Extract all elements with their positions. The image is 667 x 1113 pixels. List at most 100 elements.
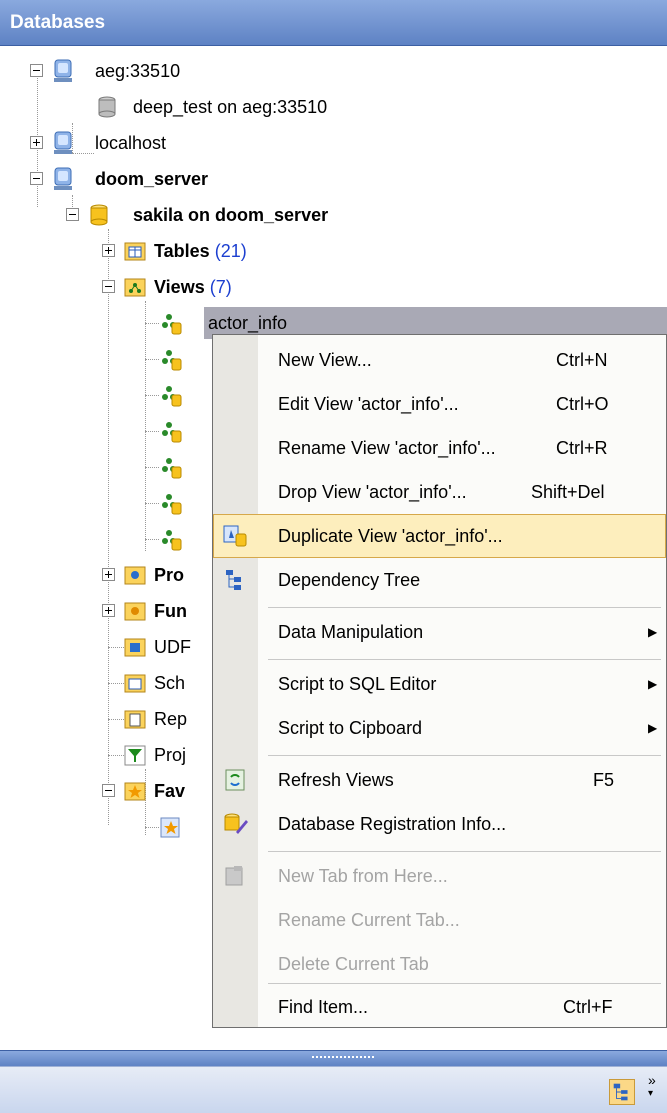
- view-icon: [162, 350, 182, 371]
- tree-node-view[interactable]: [0, 377, 210, 413]
- expand-icon[interactable]: [102, 568, 115, 581]
- menu-item-new-view[interactable]: New View... Ctrl+N: [213, 338, 666, 382]
- menu-item-label: Data Manipulation: [278, 622, 424, 642]
- tree-node-label: Fun: [154, 601, 187, 621]
- view-icon: [162, 422, 182, 443]
- menu-item-label: Edit View 'actor_info'...: [278, 394, 459, 414]
- tree-node-sakila[interactable]: sakila on doom_server: [0, 197, 420, 233]
- menu-item-script-to-sql-editor[interactable]: Script to SQL Editor ▶: [213, 662, 666, 706]
- tree-node-label: Proj: [154, 745, 187, 765]
- tree-node-label: localhost: [95, 133, 167, 153]
- procedures-folder-icon: [124, 566, 146, 585]
- expand-icon[interactable]: [102, 244, 115, 257]
- new-tab-icon: [225, 866, 243, 886]
- tree-node-schemas[interactable]: Sch: [0, 665, 210, 701]
- tree-node-label: doom_server: [95, 169, 209, 189]
- tree-node-aeg[interactable]: aeg:33510: [0, 53, 360, 89]
- panel-splitter[interactable]: [0, 1050, 667, 1067]
- expand-icon[interactable]: [102, 604, 115, 617]
- tree-node-deep-test[interactable]: deep_test on aeg:33510: [0, 89, 400, 125]
- expand-icon[interactable]: [30, 136, 43, 149]
- collapse-icon[interactable]: [30, 64, 43, 77]
- menu-item-label: New Tab from Here...: [278, 866, 448, 886]
- menu-item-label: Dependency Tree: [278, 570, 421, 590]
- views-folder-icon: [124, 278, 146, 297]
- tree-node-label: Rep: [154, 709, 188, 729]
- tree-node-localhost[interactable]: localhost: [0, 125, 360, 161]
- submenu-arrow-icon: ▶: [648, 677, 658, 691]
- menu-item-data-manipulation[interactable]: Data Manipulation ▶: [213, 610, 666, 654]
- tree-node-views[interactable]: Views (7): [0, 269, 320, 305]
- tree-node-view[interactable]: [0, 449, 210, 485]
- tree-node-projections[interactable]: Proj: [0, 737, 210, 773]
- view-icon: [162, 530, 182, 551]
- menu-item-label: Rename Current Tab...: [278, 910, 460, 930]
- tree-connector-line: [145, 395, 159, 396]
- tree-node-functions[interactable]: Fun: [0, 593, 210, 629]
- collapse-icon[interactable]: [30, 172, 43, 185]
- menu-item-rename-current-tab[interactable]: Rename Current Tab...: [213, 898, 666, 942]
- menu-item-delete-current-tab[interactable]: Delete Current Tab: [213, 942, 666, 986]
- menu-item-shortcut: Ctrl+N: [556, 350, 608, 370]
- menu-item-new-tab-from-here[interactable]: New Tab from Here...: [213, 854, 666, 898]
- menu-item-shortcut: Ctrl+R: [556, 438, 608, 458]
- view-icon: [162, 386, 182, 407]
- tree-node-favorites[interactable]: Fav: [0, 773, 210, 809]
- menu-item-label: Duplicate View 'actor_info'...: [278, 526, 503, 546]
- menu-item-edit-view[interactable]: Edit View 'actor_info'... Ctrl+O: [213, 382, 666, 426]
- menu-item-dependency-tree[interactable]: Dependency Tree: [213, 558, 666, 602]
- tree-connector-line: [145, 539, 159, 540]
- filter-icon: [124, 745, 146, 766]
- collapse-icon[interactable]: [102, 784, 115, 797]
- panel-bottom-toolbar: » ▾: [0, 1066, 667, 1113]
- tree-node-udfs[interactable]: UDF: [0, 629, 210, 665]
- tree-connector-line: [145, 827, 159, 828]
- tree-node-procedures[interactable]: Pro: [0, 557, 210, 593]
- favorite-item-icon: [160, 817, 180, 838]
- tree-node-view[interactable]: [0, 413, 210, 449]
- tree-connector-line: [108, 719, 124, 720]
- view-icon: [162, 494, 182, 515]
- menu-separator: [268, 851, 661, 852]
- menu-separator: [268, 607, 661, 608]
- menu-item-refresh-views[interactable]: Refresh Views F5: [213, 758, 666, 802]
- menu-item-drop-view[interactable]: Drop View 'actor_info'... Shift+Del: [213, 470, 666, 514]
- tree-node-view[interactable]: [0, 341, 210, 377]
- menu-item-label: Database Registration Info...: [278, 814, 507, 834]
- functions-folder-icon: [124, 602, 146, 621]
- menu-item-database-registration-info[interactable]: Database Registration Info...: [213, 802, 666, 846]
- menu-item-shortcut: F5: [593, 770, 615, 790]
- tree-node-reports[interactable]: Rep: [0, 701, 210, 737]
- tree-node-view[interactable]: [0, 521, 210, 557]
- favorites-folder-icon: [124, 782, 146, 801]
- reports-folder-icon: [124, 710, 146, 729]
- database-icon: [98, 96, 116, 118]
- menu-item-script-to-clipboard[interactable]: Script to Cipboard ▶: [213, 706, 666, 750]
- menu-item-find-item[interactable]: Find Item... Ctrl+F: [213, 985, 666, 1029]
- context-menu[interactable]: New View... Ctrl+N Edit View 'actor_info…: [212, 334, 667, 1028]
- tree-connector-line: [145, 323, 159, 324]
- tables-folder-icon: [124, 242, 146, 261]
- database-registration-icon: [224, 813, 248, 834]
- toolbar-overflow-button[interactable]: » ▾: [648, 1073, 666, 1105]
- menu-separator: [268, 659, 661, 660]
- duplicate-view-icon: [223, 525, 247, 547]
- menu-item-duplicate-view[interactable]: Duplicate View 'actor_info'...: [213, 514, 666, 558]
- tree-node-label: Fav: [154, 781, 186, 801]
- tree-view-button[interactable]: [609, 1079, 635, 1105]
- menu-item-label: Script to SQL Editor: [278, 674, 437, 694]
- tree-node-tables[interactable]: Tables (21): [0, 233, 320, 269]
- collapse-icon[interactable]: [66, 208, 79, 221]
- menu-item-label: Refresh Views: [278, 770, 394, 790]
- menu-item-rename-view[interactable]: Rename View 'actor_info'... Ctrl+R: [213, 426, 666, 470]
- tree-node-favorite-item[interactable]: [0, 809, 210, 845]
- collapse-icon[interactable]: [102, 280, 115, 293]
- item-count: (7): [209, 277, 232, 297]
- tree-connector-line: [108, 647, 124, 648]
- splitter-grip[interactable]: [312, 1056, 374, 1061]
- schema-folder-icon: [124, 674, 146, 693]
- tree-node-doom-server[interactable]: doom_server: [0, 161, 360, 197]
- menu-item-shortcut: Ctrl+F: [563, 997, 613, 1017]
- tree-node-view[interactable]: [0, 485, 210, 521]
- menu-item-label: Delete Current Tab: [278, 954, 429, 974]
